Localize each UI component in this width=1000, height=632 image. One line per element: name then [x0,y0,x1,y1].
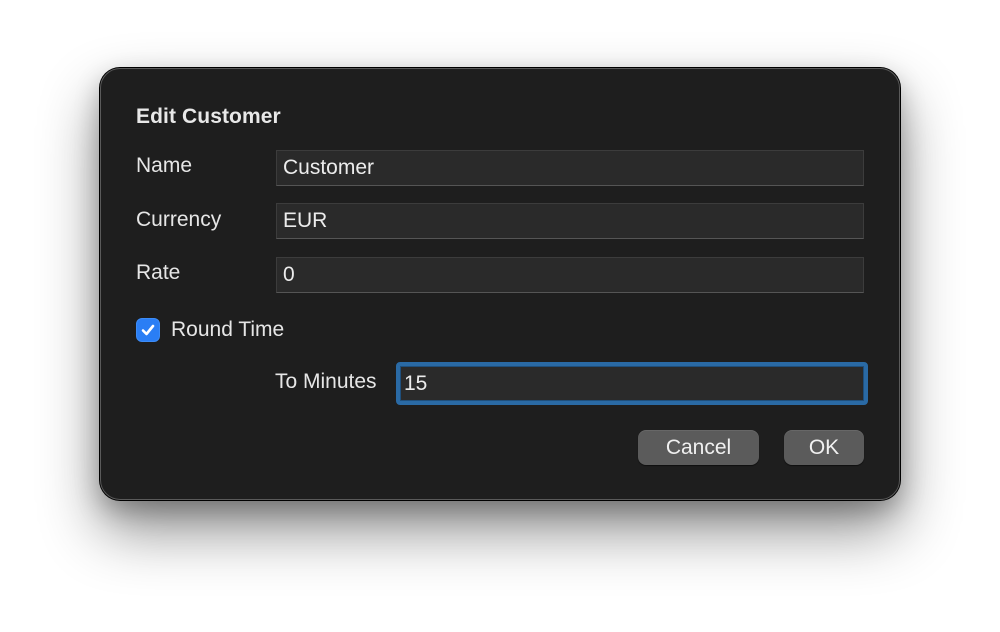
rate-label: Rate [136,261,181,284]
to-minutes-input[interactable] [396,362,868,405]
name-label: Name [136,154,193,177]
checkmark-icon [141,324,155,336]
round-time-label: Round Time [171,318,285,341]
dialog-title: Edit Customer [136,105,281,128]
currency-label: Currency [136,208,222,231]
ok-button[interactable]: OK [784,430,864,465]
edit-customer-dialog: Edit Customer Name Currency Rate Round T… [100,68,900,500]
currency-input[interactable] [276,203,864,239]
cancel-button[interactable]: Cancel [638,430,759,465]
name-input[interactable] [276,150,864,186]
round-time-checkbox[interactable] [136,318,160,342]
rate-input[interactable] [276,257,864,293]
round-time-checkbox-row[interactable]: Round Time [136,318,284,342]
to-minutes-label: To Minutes [275,370,377,393]
